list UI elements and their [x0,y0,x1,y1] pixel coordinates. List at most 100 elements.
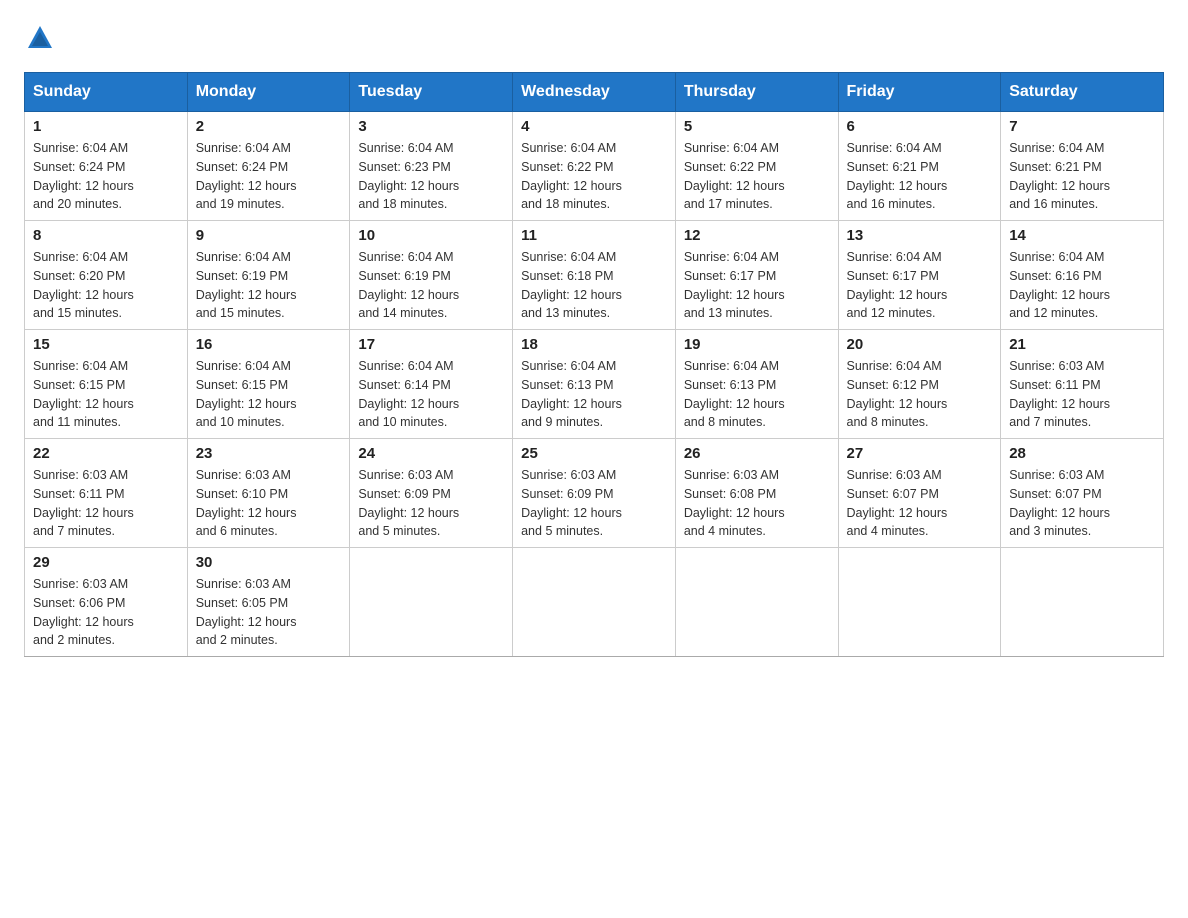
day-info: Sunrise: 6:04 AM Sunset: 6:19 PM Dayligh… [196,248,342,323]
day-number: 12 [684,227,830,244]
calendar-cell: 11 Sunrise: 6:04 AM Sunset: 6:18 PM Dayl… [513,221,676,330]
day-info: Sunrise: 6:03 AM Sunset: 6:09 PM Dayligh… [521,466,667,541]
day-info: Sunrise: 6:04 AM Sunset: 6:24 PM Dayligh… [196,139,342,214]
calendar-cell: 5 Sunrise: 6:04 AM Sunset: 6:22 PM Dayli… [675,112,838,221]
day-number: 2 [196,118,342,135]
day-number: 9 [196,227,342,244]
day-info: Sunrise: 6:03 AM Sunset: 6:11 PM Dayligh… [1009,357,1155,432]
day-number: 13 [847,227,993,244]
weekday-header-sunday: Sunday [25,73,188,112]
day-number: 4 [521,118,667,135]
calendar-cell: 21 Sunrise: 6:03 AM Sunset: 6:11 PM Dayl… [1001,330,1164,439]
calendar-cell: 17 Sunrise: 6:04 AM Sunset: 6:14 PM Dayl… [350,330,513,439]
day-number: 24 [358,445,504,462]
day-info: Sunrise: 6:04 AM Sunset: 6:13 PM Dayligh… [521,357,667,432]
day-info: Sunrise: 6:04 AM Sunset: 6:14 PM Dayligh… [358,357,504,432]
day-number: 20 [847,336,993,353]
day-number: 11 [521,227,667,244]
weekday-header-wednesday: Wednesday [513,73,676,112]
calendar-cell: 27 Sunrise: 6:03 AM Sunset: 6:07 PM Dayl… [838,439,1001,548]
day-info: Sunrise: 6:03 AM Sunset: 6:09 PM Dayligh… [358,466,504,541]
day-number: 7 [1009,118,1155,135]
day-number: 16 [196,336,342,353]
calendar-cell: 30 Sunrise: 6:03 AM Sunset: 6:05 PM Dayl… [187,548,350,657]
logo-icon [26,24,54,52]
calendar-cell: 23 Sunrise: 6:03 AM Sunset: 6:10 PM Dayl… [187,439,350,548]
day-number: 8 [33,227,179,244]
day-info: Sunrise: 6:04 AM Sunset: 6:22 PM Dayligh… [521,139,667,214]
day-info: Sunrise: 6:04 AM Sunset: 6:15 PM Dayligh… [196,357,342,432]
calendar-cell: 14 Sunrise: 6:04 AM Sunset: 6:16 PM Dayl… [1001,221,1164,330]
calendar-cell [838,548,1001,657]
calendar-cell: 25 Sunrise: 6:03 AM Sunset: 6:09 PM Dayl… [513,439,676,548]
day-number: 19 [684,336,830,353]
calendar-cell: 19 Sunrise: 6:04 AM Sunset: 6:13 PM Dayl… [675,330,838,439]
calendar-cell: 24 Sunrise: 6:03 AM Sunset: 6:09 PM Dayl… [350,439,513,548]
calendar-cell [350,548,513,657]
day-info: Sunrise: 6:04 AM Sunset: 6:23 PM Dayligh… [358,139,504,214]
day-number: 6 [847,118,993,135]
day-info: Sunrise: 6:04 AM Sunset: 6:21 PM Dayligh… [847,139,993,214]
day-info: Sunrise: 6:03 AM Sunset: 6:06 PM Dayligh… [33,575,179,650]
day-number: 25 [521,445,667,462]
calendar-week-row-4: 22 Sunrise: 6:03 AM Sunset: 6:11 PM Dayl… [25,439,1164,548]
day-number: 26 [684,445,830,462]
day-number: 28 [1009,445,1155,462]
calendar-cell: 13 Sunrise: 6:04 AM Sunset: 6:17 PM Dayl… [838,221,1001,330]
calendar-cell: 15 Sunrise: 6:04 AM Sunset: 6:15 PM Dayl… [25,330,188,439]
weekday-header-row: SundayMondayTuesdayWednesdayThursdayFrid… [25,73,1164,112]
weekday-header-thursday: Thursday [675,73,838,112]
day-info: Sunrise: 6:04 AM Sunset: 6:21 PM Dayligh… [1009,139,1155,214]
day-number: 10 [358,227,504,244]
day-info: Sunrise: 6:03 AM Sunset: 6:05 PM Dayligh… [196,575,342,650]
day-info: Sunrise: 6:04 AM Sunset: 6:13 PM Dayligh… [684,357,830,432]
calendar-cell [513,548,676,657]
day-number: 21 [1009,336,1155,353]
day-number: 22 [33,445,179,462]
calendar-cell: 22 Sunrise: 6:03 AM Sunset: 6:11 PM Dayl… [25,439,188,548]
calendar-week-row-1: 1 Sunrise: 6:04 AM Sunset: 6:24 PM Dayli… [25,112,1164,221]
day-number: 17 [358,336,504,353]
calendar-week-row-3: 15 Sunrise: 6:04 AM Sunset: 6:15 PM Dayl… [25,330,1164,439]
weekday-header-friday: Friday [838,73,1001,112]
day-info: Sunrise: 6:03 AM Sunset: 6:07 PM Dayligh… [1009,466,1155,541]
day-number: 14 [1009,227,1155,244]
calendar-week-row-5: 29 Sunrise: 6:03 AM Sunset: 6:06 PM Dayl… [25,548,1164,657]
day-number: 1 [33,118,179,135]
calendar-cell: 12 Sunrise: 6:04 AM Sunset: 6:17 PM Dayl… [675,221,838,330]
day-number: 29 [33,554,179,571]
day-info: Sunrise: 6:03 AM Sunset: 6:07 PM Dayligh… [847,466,993,541]
day-info: Sunrise: 6:04 AM Sunset: 6:24 PM Dayligh… [33,139,179,214]
calendar-cell: 16 Sunrise: 6:04 AM Sunset: 6:15 PM Dayl… [187,330,350,439]
day-number: 18 [521,336,667,353]
calendar-table: SundayMondayTuesdayWednesdayThursdayFrid… [24,72,1164,657]
day-info: Sunrise: 6:04 AM Sunset: 6:18 PM Dayligh… [521,248,667,323]
day-info: Sunrise: 6:03 AM Sunset: 6:11 PM Dayligh… [33,466,179,541]
logo [24,24,56,52]
calendar-cell: 1 Sunrise: 6:04 AM Sunset: 6:24 PM Dayli… [25,112,188,221]
weekday-header-monday: Monday [187,73,350,112]
calendar-cell: 7 Sunrise: 6:04 AM Sunset: 6:21 PM Dayli… [1001,112,1164,221]
day-info: Sunrise: 6:04 AM Sunset: 6:22 PM Dayligh… [684,139,830,214]
calendar-cell: 18 Sunrise: 6:04 AM Sunset: 6:13 PM Dayl… [513,330,676,439]
day-number: 15 [33,336,179,353]
calendar-cell: 2 Sunrise: 6:04 AM Sunset: 6:24 PM Dayli… [187,112,350,221]
day-info: Sunrise: 6:04 AM Sunset: 6:17 PM Dayligh… [684,248,830,323]
day-info: Sunrise: 6:04 AM Sunset: 6:19 PM Dayligh… [358,248,504,323]
day-info: Sunrise: 6:03 AM Sunset: 6:08 PM Dayligh… [684,466,830,541]
calendar-week-row-2: 8 Sunrise: 6:04 AM Sunset: 6:20 PM Dayli… [25,221,1164,330]
day-number: 3 [358,118,504,135]
day-number: 30 [196,554,342,571]
calendar-cell: 4 Sunrise: 6:04 AM Sunset: 6:22 PM Dayli… [513,112,676,221]
day-number: 5 [684,118,830,135]
day-number: 23 [196,445,342,462]
day-info: Sunrise: 6:04 AM Sunset: 6:20 PM Dayligh… [33,248,179,323]
weekday-header-saturday: Saturday [1001,73,1164,112]
calendar-cell [675,548,838,657]
calendar-cell: 10 Sunrise: 6:04 AM Sunset: 6:19 PM Dayl… [350,221,513,330]
calendar-cell: 29 Sunrise: 6:03 AM Sunset: 6:06 PM Dayl… [25,548,188,657]
calendar-cell: 8 Sunrise: 6:04 AM Sunset: 6:20 PM Dayli… [25,221,188,330]
calendar-cell: 9 Sunrise: 6:04 AM Sunset: 6:19 PM Dayli… [187,221,350,330]
day-info: Sunrise: 6:04 AM Sunset: 6:12 PM Dayligh… [847,357,993,432]
calendar-cell: 26 Sunrise: 6:03 AM Sunset: 6:08 PM Dayl… [675,439,838,548]
